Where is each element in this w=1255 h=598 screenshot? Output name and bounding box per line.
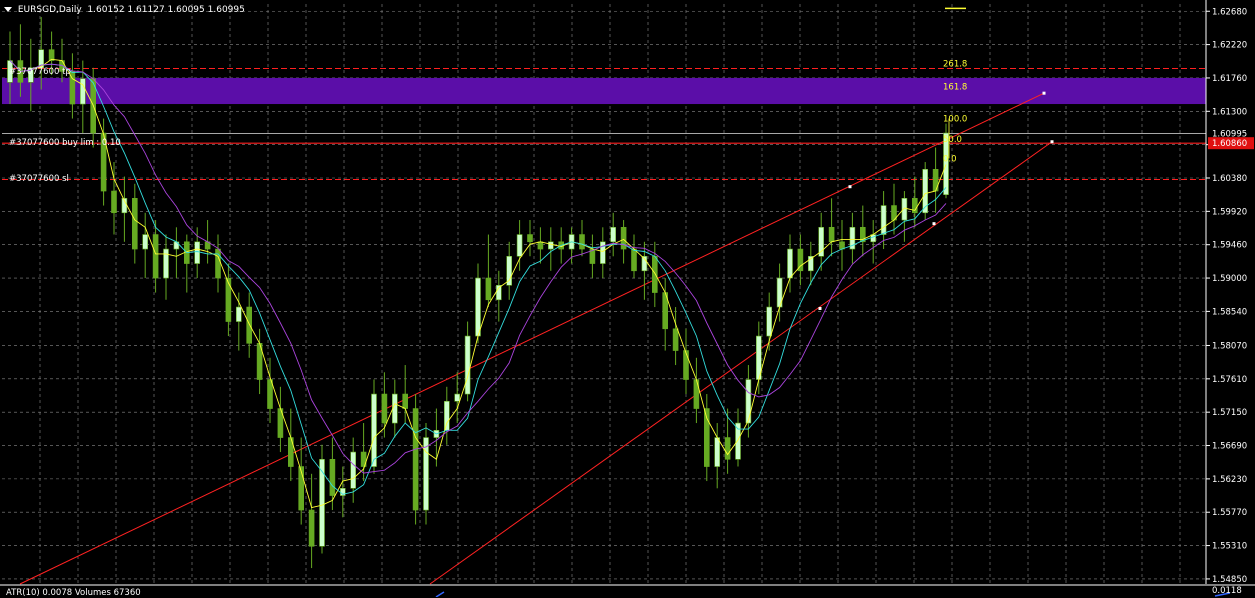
candle-body: [350, 451, 357, 489]
candle-body: [298, 466, 305, 511]
candle-body: [475, 277, 481, 337]
fib-level-label: 100.0: [943, 115, 967, 125]
candle-body: [402, 393, 409, 409]
axis-tick-label: 1.61760: [1212, 74, 1247, 84]
candle-body: [80, 78, 86, 105]
candle-body: [527, 234, 533, 243]
axis-tick-label: 1.56230: [1212, 475, 1247, 485]
axis-tick-label: 1.57610: [1212, 375, 1247, 385]
indicator-max-label: 0.0118: [1212, 586, 1242, 596]
axis-tick-label: 1.62680: [1212, 7, 1247, 17]
candle-body: [631, 248, 637, 272]
candle-body: [610, 227, 617, 243]
candle-body: [319, 458, 325, 547]
candle-body: [246, 306, 252, 344]
candle-body: [423, 437, 429, 511]
fib-zone: [2, 77, 1206, 105]
axis-tick-label: 1.57150: [1212, 408, 1247, 418]
candle-body: [163, 248, 169, 279]
candle-body: [516, 234, 523, 257]
chart-header: EURSGD,Daily 1.60152 1.61127 1.60095 1.6…: [4, 5, 245, 15]
axis-tick-label: 1.59460: [1212, 241, 1247, 251]
trendline-anchor: [932, 222, 936, 226]
chevron-down-icon[interactable]: [4, 7, 12, 12]
candle-body: [683, 350, 689, 380]
candle-body: [714, 437, 721, 467]
ohlc-label: 1.60152 1.61127 1.60095 1.60995: [87, 5, 245, 15]
candle-body: [693, 379, 700, 409]
candle-body: [111, 190, 117, 214]
candle-body: [215, 248, 221, 279]
candle-body: [132, 198, 138, 250]
candle-body: [724, 437, 731, 460]
order-price-label: 1.60860: [1212, 139, 1247, 149]
candle-body: [454, 393, 461, 402]
candle-body: [599, 241, 606, 264]
axis-tick-label: 1.59000: [1212, 274, 1247, 284]
symbol-label: EURSGD,Daily: [17, 5, 82, 15]
candle-body: [932, 169, 939, 192]
axis-tick-label: 1.54850: [1212, 575, 1247, 585]
axis-tick-label: 1.58540: [1212, 307, 1247, 317]
axis-tick-label: 1.62220: [1212, 41, 1247, 51]
axis-tick-label: 1.55310: [1212, 542, 1247, 552]
candle-body: [547, 241, 554, 250]
fib-level-label: 50.0: [943, 135, 962, 145]
order-tp-label: #37077600 tp: [9, 67, 71, 77]
trendline-anchor: [818, 307, 822, 310]
candle-body: [173, 241, 180, 250]
trendline-anchor: [1050, 140, 1054, 144]
candle-body: [766, 306, 773, 337]
candle-body: [828, 227, 835, 243]
axis-tick-label: 1.58070: [1212, 341, 1247, 351]
candle-body: [225, 277, 232, 322]
fib-level-label: 0.0: [943, 154, 957, 164]
candle-body: [485, 277, 492, 301]
candle-body: [651, 255, 658, 293]
trendline-anchor: [848, 185, 852, 189]
candle-body: [267, 379, 273, 409]
candle-body: [329, 458, 336, 496]
axis-tick-label: 1.59920: [1212, 207, 1247, 217]
candle-body: [443, 400, 450, 431]
axis-tick-label: 1.55770: [1212, 508, 1247, 518]
candle-body: [787, 248, 793, 279]
candle-body: [194, 241, 200, 264]
candle-body: [381, 393, 388, 424]
candle-body: [308, 509, 315, 547]
candle-body: [672, 328, 679, 351]
order-buy-limit-label: #37077600 buy lim : 0.10: [9, 138, 121, 148]
price-chart[interactable]: 261.8 161.8 100.0 50.0 0.0 1.62680 1.62220 1.6…: [0, 0, 1255, 597]
candle-body: [152, 234, 159, 279]
candle-body: [537, 241, 544, 250]
candle-body: [620, 227, 627, 250]
candle-body: [579, 234, 585, 250]
fib-level-label: 261.8: [943, 59, 967, 69]
candle-body: [745, 379, 752, 424]
axis-tick-label: 1.56690: [1212, 442, 1247, 452]
candle-body: [142, 234, 148, 250]
order-sl-label: #37077600 sl: [9, 174, 69, 184]
candle-body: [901, 198, 908, 221]
candle-body: [880, 205, 887, 235]
fib-level-label: 161.8: [943, 83, 967, 93]
axis-tick-label: 1.61300: [1212, 107, 1247, 117]
candle-body: [236, 306, 242, 322]
trendline-anchor: [1042, 91, 1046, 95]
candle-body: [371, 393, 377, 467]
candle-body: [412, 408, 419, 511]
candle-body: [464, 335, 471, 395]
axis-tick-label: 1.60380: [1212, 174, 1247, 184]
